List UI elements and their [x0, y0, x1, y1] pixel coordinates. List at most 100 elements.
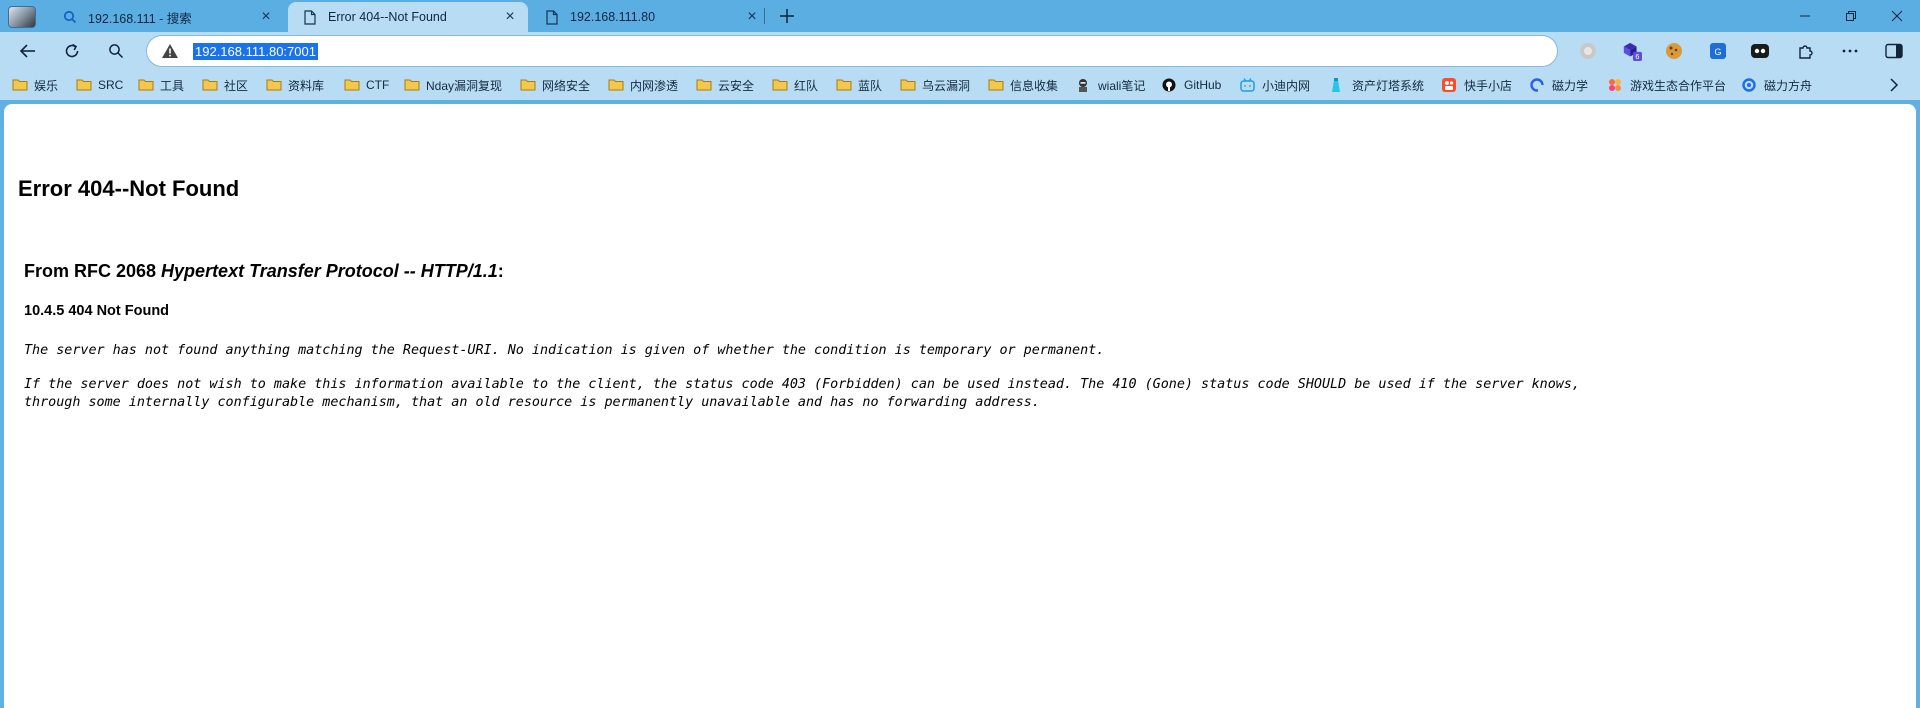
bookmark-folder[interactable]: CTF — [344, 76, 389, 94]
bilibili-icon — [1240, 78, 1256, 92]
folder-icon — [138, 78, 154, 92]
search-icon — [62, 9, 78, 25]
tab-strip: 192.168.111 - 搜索 × Error 404--Not Found … — [0, 0, 1920, 32]
bookmark-label: GitHub — [1184, 78, 1222, 92]
tab-search[interactable]: 192.168.111 - 搜索 × — [48, 2, 284, 32]
tab-title: Error 404--Not Found — [328, 10, 447, 24]
page-content: Error 404--Not Found From RFC 2068 Hyper… — [4, 104, 1916, 708]
extensions-puzzle-icon[interactable] — [1796, 41, 1816, 61]
forbidden-paragraph-line-2: through some internally configurable mec… — [24, 395, 1040, 410]
search-icon — [109, 44, 124, 59]
rfc-heading: From RFC 2068 Hypertext Transfer Protoco… — [24, 261, 504, 282]
minimize-button[interactable] — [1782, 0, 1828, 32]
minimize-icon — [1800, 15, 1810, 17]
bookmark-link[interactable]: 磁力方舟 — [1742, 76, 1812, 94]
bookmark-folder[interactable]: 乌云漏洞 — [900, 76, 970, 94]
ark-icon — [1742, 78, 1758, 92]
bookmark-label: 工具 — [160, 78, 185, 93]
bookmark-folder[interactable]: 红队 — [772, 76, 818, 94]
extension-translate-icon[interactable]: G — [1708, 41, 1728, 61]
bookmark-link[interactable]: 快手小店 — [1442, 76, 1512, 94]
close-window-button[interactable] — [1874, 0, 1920, 32]
extension-cookie-icon[interactable] — [1664, 41, 1684, 61]
bookmark-folder[interactable]: 资料库 — [266, 76, 324, 94]
bookmark-label: 乌云漏洞 — [922, 78, 971, 93]
bookmark-folder[interactable]: 工具 — [138, 76, 184, 94]
bookmark-label: 游戏生态合作平台 — [1630, 78, 1727, 93]
svg-text:G: G — [1714, 47, 1721, 57]
bookmark-label: wiali笔记 — [1098, 78, 1146, 93]
tab-error-404[interactable]: Error 404--Not Found × — [288, 2, 528, 32]
bookmark-label: 磁力方舟 — [1764, 78, 1813, 93]
back-button[interactable] — [14, 37, 42, 65]
bookmark-folder[interactable]: SRC — [76, 76, 123, 94]
navigation-toolbar: 192.168.111.80:7001 6 G — [0, 32, 1920, 70]
bookmark-label: 小迪内网 — [1262, 78, 1311, 93]
bookmark-folder[interactable]: Nday漏洞复现 — [404, 76, 502, 94]
bookmark-folder[interactable]: 娱乐 — [12, 76, 58, 94]
chevron-right-icon — [1890, 78, 1899, 92]
tab-ip[interactable]: 192.168.111.80 × — [530, 2, 770, 32]
bookmark-folder[interactable]: 云安全 — [696, 76, 754, 94]
close-icon[interactable]: × — [258, 8, 274, 25]
bookmark-link[interactable]: 磁力学 — [1530, 76, 1588, 94]
bookmark-folder[interactable]: 蓝队 — [836, 76, 882, 94]
bookmarks-overflow-button[interactable] — [1886, 76, 1902, 94]
page-icon — [544, 9, 560, 25]
address-bar[interactable]: 192.168.111.80:7001 — [146, 35, 1558, 67]
bookmark-link[interactable]: wiali笔记 — [1076, 76, 1145, 94]
back-arrow-icon — [19, 44, 35, 58]
bookmark-label: 磁力学 — [1552, 78, 1589, 93]
bookmark-folder[interactable]: 内网渗透 — [608, 76, 678, 94]
tab-title: 192.168.111.80 — [570, 10, 656, 24]
github-icon — [1162, 78, 1178, 92]
folder-icon — [900, 78, 916, 92]
bookmark-link[interactable]: GitHub — [1162, 76, 1221, 94]
bookmark-folder[interactable]: 信息收集 — [988, 76, 1058, 94]
folder-icon — [344, 78, 360, 92]
bookmark-label: CTF — [366, 78, 390, 92]
folder-icon — [988, 78, 1004, 92]
bookmark-label: Nday漏洞复现 — [426, 78, 503, 93]
bookmark-link[interactable]: 资产灯塔系统 — [1330, 76, 1424, 94]
close-icon[interactable]: × — [502, 8, 518, 25]
game-icon — [1608, 78, 1624, 92]
bookmark-label: 资料库 — [288, 78, 325, 93]
folder-icon — [12, 78, 28, 92]
restore-button[interactable] — [1828, 0, 1874, 32]
kuaishou-icon — [1442, 78, 1458, 92]
refresh-icon — [65, 43, 79, 58]
tab-title: 192.168.111 - 搜索 — [88, 11, 192, 26]
description-paragraph: The server has not found anything matchi… — [24, 343, 1105, 358]
bookmark-link[interactable]: 小迪内网 — [1240, 76, 1310, 94]
status-heading: 10.4.5 404 Not Found — [24, 303, 170, 319]
bookmark-label: 红队 — [794, 78, 819, 93]
profile-avatar[interactable] — [8, 6, 36, 28]
bookmark-folder[interactable]: 网络安全 — [520, 76, 590, 94]
sidebar-toggle-icon[interactable] — [1884, 41, 1904, 61]
bookmark-folder[interactable]: 社区 — [202, 76, 248, 94]
more-menu-icon[interactable] — [1840, 41, 1860, 61]
close-icon[interactable]: × — [744, 8, 760, 25]
folder-icon — [836, 78, 852, 92]
new-tab-button[interactable] — [774, 4, 800, 28]
tab-separator — [764, 8, 765, 24]
not-secure-warning-icon[interactable] — [161, 43, 179, 59]
rfc-suffix: : — [497, 261, 504, 281]
bookmark-link[interactable]: 游戏生态合作平台 — [1608, 76, 1726, 94]
extension-cube-icon[interactable]: 6 — [1622, 41, 1642, 61]
bookmark-label: SRC — [98, 78, 124, 92]
bookmarks-bar: 娱乐 SRC 工具 社区 资料库 CTF Nday漏洞复现 网络安全 内网渗透 … — [0, 70, 1920, 100]
forbidden-paragraph-line-1: If the server does not wish to make this… — [24, 377, 1580, 392]
magnet-icon — [1530, 78, 1546, 92]
bookmark-label: 资产灯塔系统 — [1352, 78, 1425, 93]
folder-icon — [696, 78, 712, 92]
folder-icon — [202, 78, 218, 92]
url-text[interactable]: 192.168.111.80:7001 — [193, 43, 318, 60]
refresh-button[interactable] — [58, 37, 86, 65]
extension-mask-icon[interactable] — [1750, 41, 1770, 61]
bookmark-label: 内网渗透 — [630, 78, 679, 93]
bookmark-label: 快手小店 — [1464, 78, 1513, 93]
extension-gray-icon[interactable] — [1578, 41, 1598, 61]
search-button[interactable] — [102, 37, 130, 65]
